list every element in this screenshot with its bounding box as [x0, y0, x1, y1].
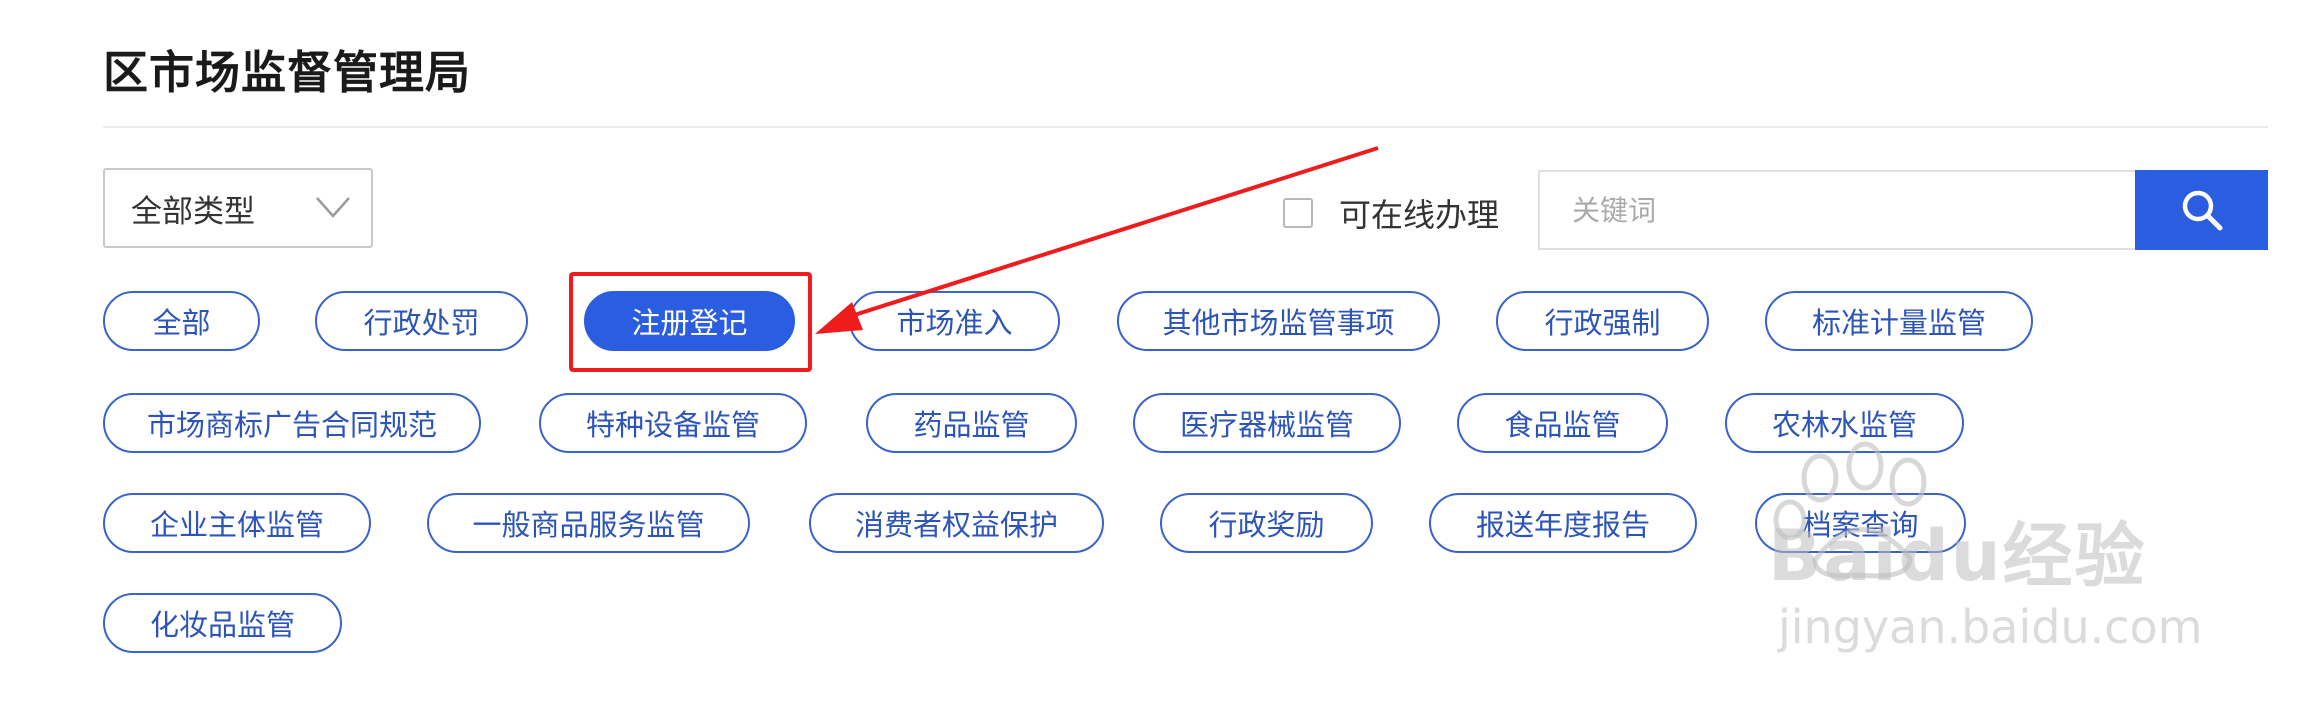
category-tag[interactable]: 报送年度报告 [1429, 493, 1697, 553]
search-input[interactable] [1538, 170, 2136, 250]
category-tag[interactable]: 药品监管 [866, 393, 1077, 453]
category-tag[interactable]: 医疗器械监管 [1133, 393, 1401, 453]
watermark-brand: Baidu经验 [1768, 515, 2147, 597]
category-tag[interactable]: 行政奖励 [1160, 493, 1373, 553]
checkbox-box[interactable] [1283, 198, 1313, 228]
category-tag[interactable]: 行政处罚 [315, 291, 528, 351]
type-select-value: 全部类型 [131, 193, 255, 230]
page-title: 区市场监督管理局 [103, 46, 472, 99]
category-tag[interactable]: 市场准入 [849, 291, 1060, 351]
search-button[interactable] [2135, 170, 2268, 250]
category-tag[interactable]: 特种设备监管 [539, 393, 807, 453]
chevron-down-icon [316, 197, 350, 218]
category-tag[interactable]: 标准计量监管 [1765, 291, 2033, 351]
page: 区市场监督管理局 全部类型 可在线办理 全部 行政处罚 注册登记 市场准入 其他… [0, 0, 2306, 704]
category-tag[interactable]: 食品监管 [1457, 393, 1668, 453]
watermark-url: jingyan.baidu.com [1778, 600, 2203, 654]
category-tag[interactable]: 消费者权益保护 [809, 493, 1104, 553]
header-divider [103, 126, 2268, 128]
annotation-highlight-box [569, 272, 812, 372]
online-only-checkbox[interactable]: 可在线办理 [1283, 190, 1499, 236]
category-tag[interactable]: 市场商标广告合同规范 [103, 393, 481, 453]
category-tag[interactable]: 农林水监管 [1725, 393, 1964, 453]
category-tag[interactable]: 一般商品服务监管 [427, 493, 750, 553]
category-tag[interactable]: 全部 [103, 291, 260, 351]
category-tag[interactable]: 其他市场监管事项 [1117, 291, 1440, 351]
category-tag[interactable]: 化妆品监管 [103, 593, 342, 653]
category-tag[interactable]: 企业主体监管 [103, 493, 371, 553]
category-tag[interactable]: 行政强制 [1496, 291, 1709, 351]
search-icon [2182, 190, 2222, 231]
type-select[interactable]: 全部类型 [103, 168, 373, 248]
online-only-label: 可在线办理 [1339, 196, 1500, 234]
